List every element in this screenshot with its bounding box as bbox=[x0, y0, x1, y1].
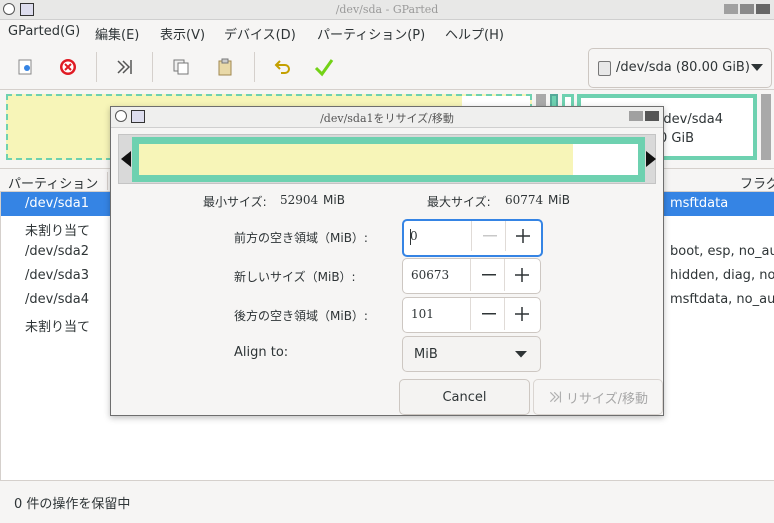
partition-name: 未割り当て bbox=[25, 320, 91, 335]
resize-move-button: リサイズ/移動 bbox=[533, 379, 663, 415]
free-after-input[interactable]: 101 bbox=[411, 307, 434, 321]
menu-device[interactable]: デバイス(D) bbox=[224, 24, 296, 43]
min-size-label: 最小サイズ: bbox=[203, 195, 267, 209]
graph-sda4-size: 0 GiB bbox=[659, 131, 695, 146]
cancel-label: Cancel bbox=[442, 389, 487, 405]
column-divider bbox=[107, 172, 108, 190]
menu-gparted[interactable]: GParted(G) bbox=[8, 24, 80, 39]
partition-name: /dev/sda1 bbox=[25, 196, 89, 211]
toolbar: /dev/sda (80.00 GiB) bbox=[0, 44, 774, 90]
paste-icon bbox=[218, 58, 232, 76]
cancel-button[interactable]: Cancel bbox=[399, 379, 530, 415]
minimize-button[interactable] bbox=[724, 4, 738, 14]
minus-icon bbox=[482, 235, 497, 237]
new-size-label: 新しいサイズ（MiB）: bbox=[234, 270, 356, 284]
align-to-value: MiB bbox=[414, 346, 438, 362]
apply-icon bbox=[314, 59, 334, 77]
column-header-flags[interactable]: フラグ bbox=[740, 173, 774, 192]
free-before-input[interactable]: 0 bbox=[410, 229, 418, 243]
partition-flags: msftdata bbox=[670, 196, 729, 211]
max-size-unit: MiB bbox=[548, 193, 570, 207]
partition-name: /dev/sda2 bbox=[25, 244, 89, 259]
partition-flags: msftdata, no_au bbox=[670, 292, 774, 307]
apply-button[interactable] bbox=[311, 54, 337, 80]
partition-name: /dev/sda3 bbox=[25, 268, 89, 283]
column-header-partition[interactable]: パーティション bbox=[8, 173, 98, 192]
align-to-label: Align to: bbox=[234, 345, 289, 360]
free-after-spinner: 101 bbox=[402, 297, 541, 333]
window-titlebar: /dev/sda - GParted bbox=[0, 0, 774, 20]
resizer-free-space bbox=[573, 144, 638, 175]
paste-button[interactable] bbox=[212, 54, 238, 80]
minus-icon bbox=[481, 313, 496, 315]
right-handle-arrow-icon[interactable] bbox=[646, 151, 656, 167]
new-size-input[interactable]: 60673 bbox=[411, 268, 449, 282]
toolbar-separator bbox=[254, 52, 255, 82]
menu-partition[interactable]: パーティション(P) bbox=[317, 24, 425, 43]
close-button[interactable] bbox=[756, 4, 770, 14]
delete-button[interactable] bbox=[55, 54, 81, 80]
new-size-spinner: 60673 bbox=[402, 258, 541, 294]
graph-sda4-name: /dev/sda4 bbox=[659, 112, 723, 127]
free-after-increment-button[interactable] bbox=[504, 298, 539, 330]
min-size-value: 52904 bbox=[280, 193, 319, 207]
resize-move-dialog: /dev/sda1をリサイズ/移動 最小サイズ: 52904 MiB 最大サイズ… bbox=[110, 106, 664, 416]
new-size-increment-button[interactable] bbox=[504, 259, 539, 291]
partition-flags: hidden, diag, no_ bbox=[670, 268, 774, 283]
dialog-close-button[interactable] bbox=[645, 111, 659, 121]
max-size-value: 60774 bbox=[505, 193, 544, 207]
free-after-label: 後方の空き領域（MiB）: bbox=[234, 309, 368, 323]
dialog-minimize-button[interactable] bbox=[629, 111, 643, 121]
toolbar-separator bbox=[96, 52, 97, 82]
new-size-decrement-button[interactable] bbox=[470, 259, 506, 291]
plus-icon bbox=[515, 268, 529, 282]
free-before-increment-button[interactable] bbox=[505, 221, 540, 251]
dialog-title: /dev/sda1をリサイズ/移動 bbox=[320, 112, 454, 125]
pending-operations-text: 0 件の操作を保留中 bbox=[14, 497, 131, 512]
toolbar-separator bbox=[152, 52, 153, 82]
copy-icon bbox=[173, 59, 189, 75]
graph-unallocated-end[interactable] bbox=[761, 94, 771, 160]
max-size-label: 最大サイズ: bbox=[427, 195, 491, 209]
chevron-down-icon bbox=[751, 64, 763, 71]
free-before-label: 前方の空き領域（MiB）: bbox=[234, 231, 368, 245]
plus-icon bbox=[516, 229, 530, 243]
resize-move-icon bbox=[117, 60, 132, 74]
align-to-select[interactable]: MiB bbox=[402, 336, 541, 372]
maximize-button[interactable] bbox=[740, 4, 754, 14]
menu-bar: GParted(G) 編集(E) 表示(V) デバイス(D) パーティション(P… bbox=[0, 20, 774, 44]
free-before-spinner: 0 bbox=[402, 219, 543, 257]
resize-move-button[interactable] bbox=[111, 54, 137, 80]
copy-button[interactable] bbox=[168, 54, 194, 80]
undo-icon bbox=[274, 60, 290, 74]
new-partition-button[interactable] bbox=[12, 54, 38, 80]
dialog-titlebar: /dev/sda1をリサイズ/移動 bbox=[111, 107, 663, 128]
device-label: /dev/sda (80.00 GiB) bbox=[616, 60, 750, 75]
chevron-down-icon bbox=[515, 351, 527, 358]
status-bar: 0 件の操作を保留中 bbox=[0, 480, 774, 523]
plus-icon bbox=[515, 307, 529, 321]
minus-icon bbox=[481, 274, 496, 276]
free-after-decrement-button[interactable] bbox=[470, 298, 506, 330]
device-selector[interactable]: /dev/sda (80.00 GiB) bbox=[588, 48, 772, 88]
undo-button[interactable] bbox=[269, 54, 295, 80]
resizer-partition-bar[interactable] bbox=[132, 137, 645, 182]
left-handle-arrow-icon[interactable] bbox=[121, 151, 131, 167]
window-title: /dev/sda - GParted bbox=[335, 3, 439, 16]
partition-flags: boot, esp, no_au bbox=[670, 244, 774, 259]
min-size-unit: MiB bbox=[323, 193, 345, 207]
resizer-track bbox=[118, 134, 656, 184]
free-before-decrement-button[interactable] bbox=[471, 221, 507, 251]
menu-view[interactable]: 表示(V) bbox=[160, 24, 205, 43]
menu-edit[interactable]: 編集(E) bbox=[95, 24, 139, 43]
resize-move-icon bbox=[549, 391, 562, 403]
partition-name: 未割り当て bbox=[25, 224, 91, 239]
harddisk-icon bbox=[598, 61, 611, 76]
partition-name: /dev/sda4 bbox=[25, 292, 89, 307]
text-cursor bbox=[410, 229, 411, 245]
new-partition-icon bbox=[18, 59, 32, 75]
delete-icon bbox=[60, 59, 76, 75]
menu-help[interactable]: ヘルプ(H) bbox=[445, 24, 504, 43]
resize-move-label: リサイズ/移動 bbox=[566, 391, 648, 407]
